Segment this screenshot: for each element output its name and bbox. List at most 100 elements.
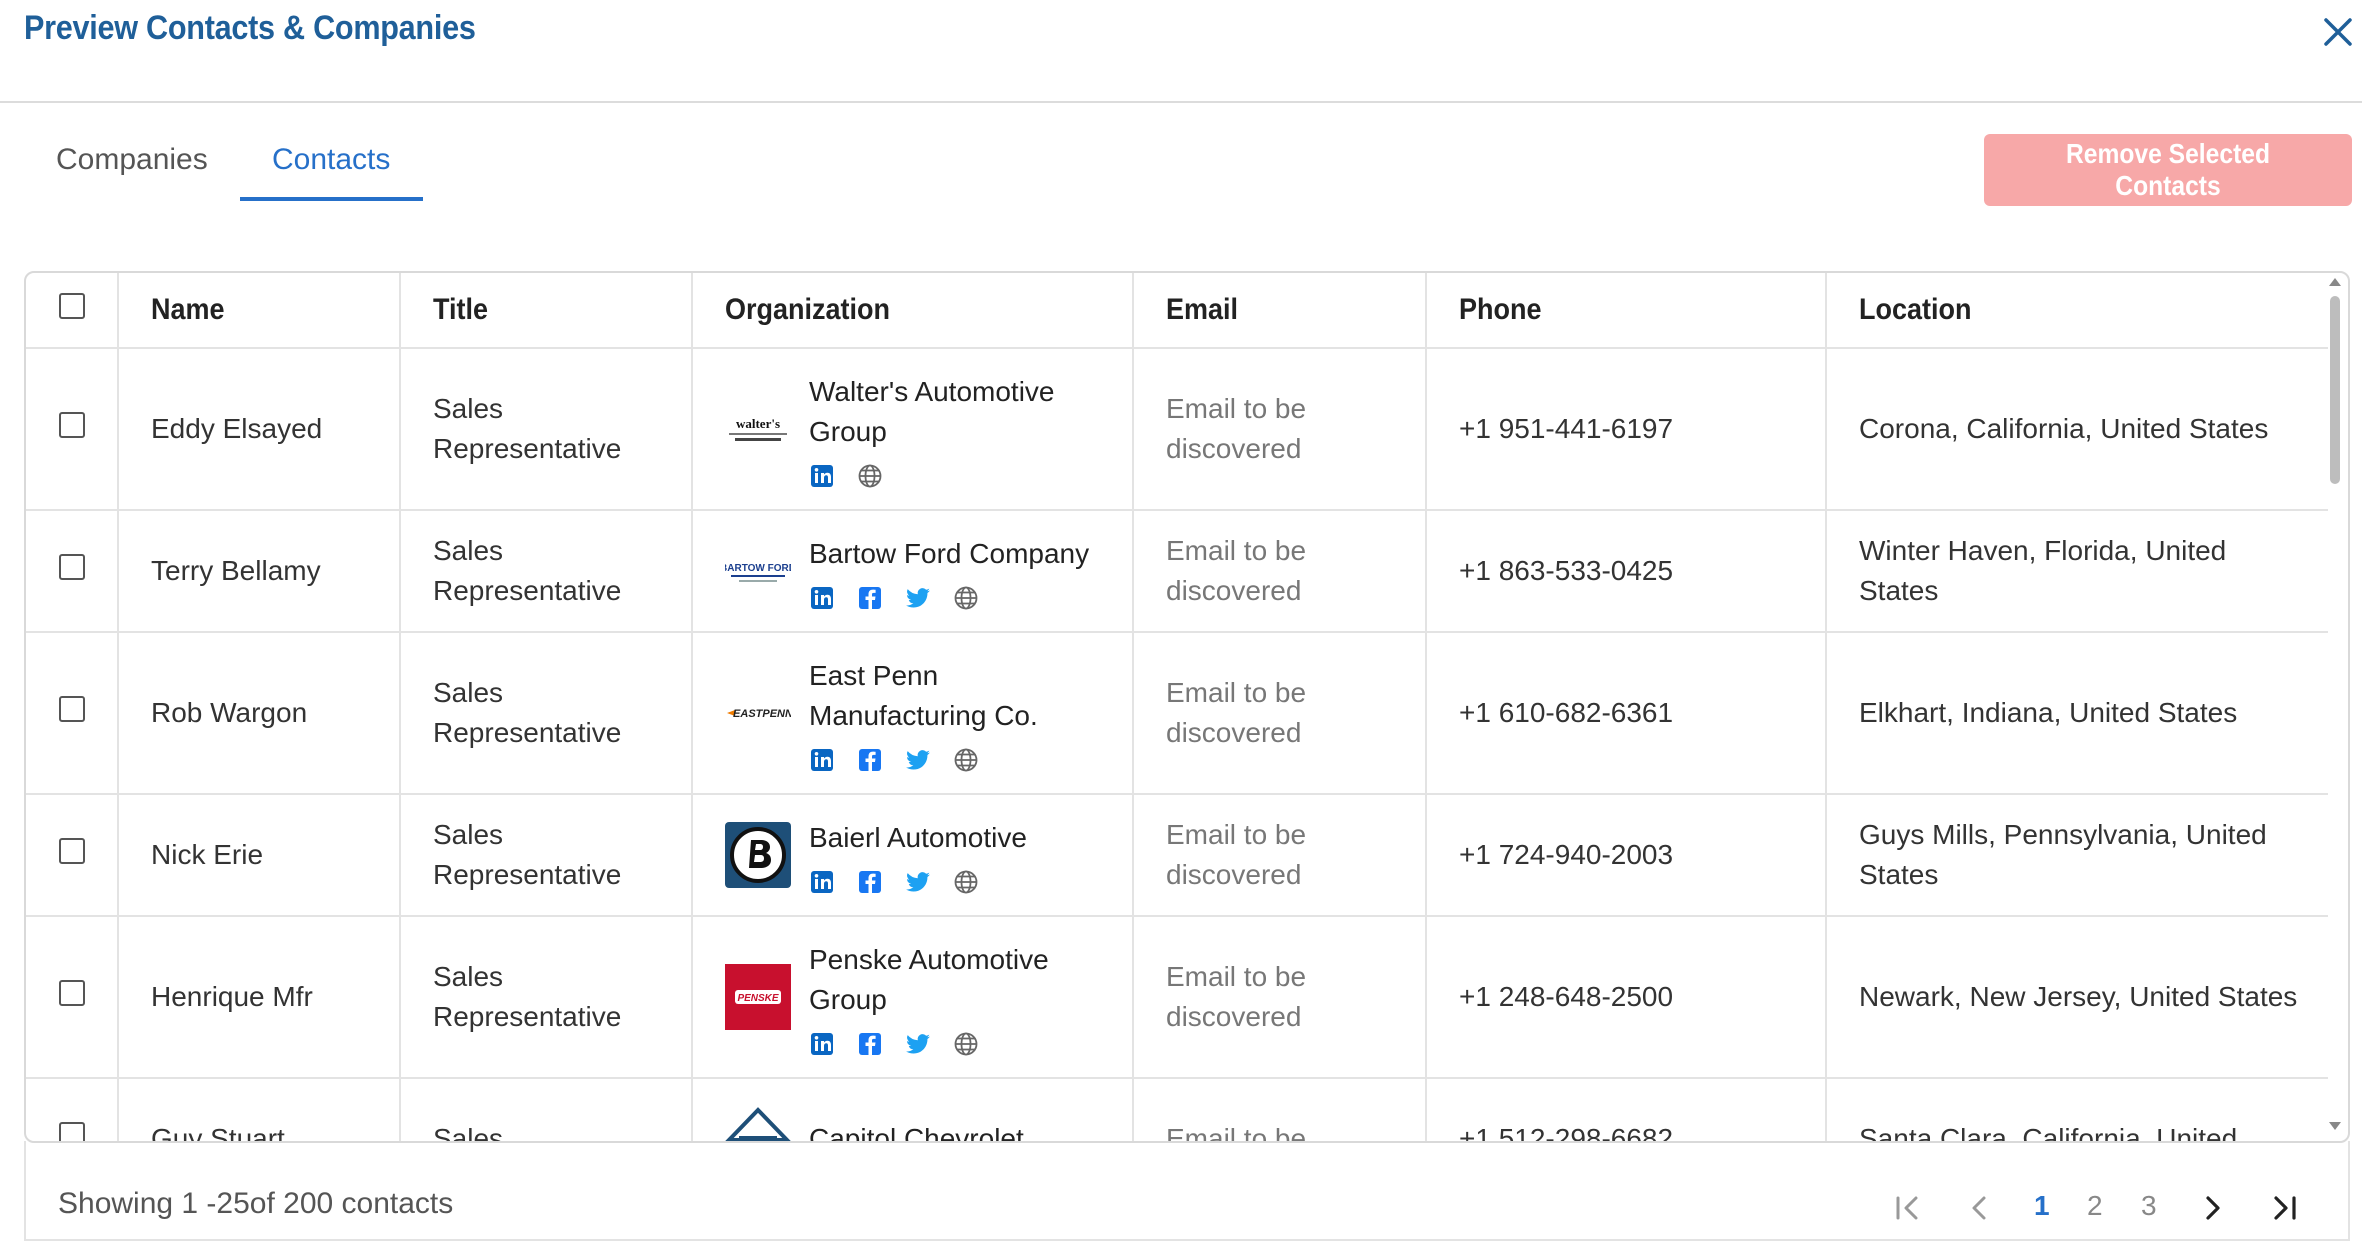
contact-name: Nick Erie [118, 794, 401, 917]
contact-location: Winter Haven, Florida, United States [1826, 510, 2328, 633]
org-name[interactable]: Capitol Chevrolet [809, 1119, 1024, 1141]
facebook-icon[interactable] [857, 866, 883, 893]
table-row: Rob Wargon Sales Representative EASTPENN … [26, 632, 2328, 795]
contacts-table: Name Title Organization Email Phone Loca… [24, 271, 2350, 1143]
row-checkbox[interactable] [58, 980, 85, 1006]
twitter-icon[interactable] [905, 744, 931, 770]
contact-organization: Capitol Chevrolet [692, 1078, 1134, 1141]
capitol-chevrolet-logo [725, 1106, 791, 1141]
header-name[interactable]: Name [118, 273, 401, 349]
contact-organization: PENSKE Penske Automotive Group [692, 916, 1134, 1079]
contact-email: Email to be discovered [1133, 348, 1427, 511]
linkedin-icon[interactable] [809, 460, 835, 487]
linkedin-icon[interactable] [809, 866, 835, 893]
globe-icon[interactable] [857, 460, 883, 488]
active-tab-indicator [240, 197, 423, 201]
org-name[interactable]: Baierl Automotive [809, 818, 1027, 858]
header-phone[interactable]: Phone [1426, 273, 1827, 349]
linkedin-icon[interactable] [809, 1028, 835, 1055]
header-email[interactable]: Email [1133, 273, 1427, 349]
contact-location: Elkhart, Indiana, United States [1826, 632, 2328, 795]
contact-organization: Baierl Automotive [692, 794, 1134, 917]
contact-email: Email to be discovered [1133, 632, 1427, 795]
contact-phone: +1 610-682-6361 [1426, 632, 1827, 795]
facebook-icon[interactable] [857, 1028, 883, 1055]
contact-phone: +1 512-298-6682 [1426, 1078, 1827, 1141]
scroll-down-arrow-icon[interactable] [2329, 1122, 2341, 1130]
contact-organization: walter's Walter's Automotive Group [692, 348, 1134, 511]
contact-name: Henrique Mfr [118, 916, 401, 1079]
baierl-automotive-logo [725, 822, 791, 888]
contact-location: Santa Clara, California, United [1826, 1078, 2328, 1141]
contact-email: Email to be discovered [1133, 510, 1427, 633]
scroll-up-arrow-icon[interactable] [2329, 278, 2341, 286]
page-1-button[interactable]: 1 [2034, 1190, 2050, 1222]
globe-icon[interactable] [953, 866, 979, 894]
contact-location: Corona, California, United States [1826, 348, 2328, 511]
svg-text:BARTOW FORD: BARTOW FORD [725, 563, 791, 574]
row-checkbox[interactable] [58, 554, 85, 580]
contact-phone: +1 724-940-2003 [1426, 794, 1827, 917]
table-row: Terry Bellamy SalesRepresentative BARTOW… [26, 510, 2328, 633]
contact-title: Sales [400, 1078, 693, 1141]
globe-icon[interactable] [953, 582, 979, 610]
header-title[interactable]: Title [400, 273, 693, 349]
select-all-cell [26, 273, 119, 349]
header-organization[interactable]: Organization [692, 273, 1134, 349]
first-page-icon[interactable] [1892, 1192, 1924, 1224]
tab-contacts[interactable]: Contacts [272, 143, 390, 177]
penske-automotive-logo: PENSKE [725, 964, 791, 1030]
contact-email: Email to be [1133, 1078, 1427, 1141]
contact-location: Newark, New Jersey, United States [1826, 916, 2328, 1079]
contact-title: Sales Representative [400, 632, 693, 795]
close-icon[interactable] [2318, 12, 2358, 52]
contact-title: Sales Representative [400, 510, 693, 633]
contact-name: Eddy Elsayed [118, 348, 401, 511]
org-name[interactable]: Walter's Automotive Group [809, 372, 1055, 452]
contact-name: Guy Stuart [118, 1078, 401, 1141]
svg-text:walter's: walter's [736, 416, 780, 431]
select-all-checkbox[interactable] [58, 293, 85, 319]
row-checkbox[interactable] [58, 838, 85, 864]
twitter-icon[interactable] [905, 866, 931, 892]
linkedin-icon[interactable] [809, 582, 835, 609]
svg-text:EASTPENN: EASTPENN [733, 708, 791, 720]
org-name[interactable]: East Penn Manufacturing Co. [809, 656, 1038, 736]
row-checkbox[interactable] [58, 1122, 85, 1141]
modal-title: Preview Contacts & Companies [24, 9, 476, 47]
remove-selected-contacts-button[interactable]: Remove Selected Contacts [1984, 134, 2352, 206]
contact-organization: EASTPENN East Penn Manufacturing Co. [692, 632, 1134, 795]
last-page-icon[interactable] [2268, 1192, 2300, 1224]
next-page-icon[interactable] [2196, 1192, 2228, 1224]
table-row: Nick Erie Sales Representative Baierl Aut… [26, 794, 2328, 917]
page-2-button[interactable]: 2 [2087, 1190, 2103, 1222]
globe-icon[interactable] [953, 744, 979, 772]
contact-email: Email to be discovered [1133, 916, 1427, 1079]
contact-name: Rob Wargon [118, 632, 401, 795]
table-row: Henrique Mfr Sales Representative PENSKE … [26, 916, 2328, 1079]
scrollbar-thumb[interactable] [2330, 296, 2340, 484]
twitter-icon[interactable] [905, 1028, 931, 1054]
org-name[interactable]: Bartow Ford Company [809, 534, 1089, 574]
globe-icon[interactable] [953, 1028, 979, 1056]
row-checkbox[interactable] [58, 412, 85, 438]
facebook-icon[interactable] [857, 744, 883, 771]
contact-location: Guys Mills, Pennsylvania, United States [1826, 794, 2328, 917]
row-checkbox[interactable] [58, 696, 85, 722]
contact-title: Sales Representative [400, 794, 693, 917]
page-3-button[interactable]: 3 [2141, 1190, 2157, 1222]
previous-page-icon[interactable] [1964, 1192, 1996, 1224]
table-header-row: Name Title Organization Email Phone Loca… [26, 273, 2328, 349]
contact-phone: +1 863-533-0425 [1426, 510, 1827, 633]
tab-companies[interactable]: Companies [56, 143, 208, 177]
twitter-icon[interactable] [905, 582, 931, 608]
org-name[interactable]: Penske Automotive Group [809, 940, 1049, 1020]
linkedin-icon[interactable] [809, 744, 835, 771]
contact-title: Sales Representative [400, 348, 693, 511]
contact-organization: BARTOW FORD Bartow Ford Company [692, 510, 1134, 633]
table-row: Eddy Elsayed Sales Representative walter'… [26, 348, 2328, 511]
contact-email: Email to be discovered [1133, 794, 1427, 917]
facebook-icon[interactable] [857, 582, 883, 609]
header-location[interactable]: Location [1826, 273, 2328, 349]
modal-header: Preview Contacts & Companies [0, 0, 2362, 103]
